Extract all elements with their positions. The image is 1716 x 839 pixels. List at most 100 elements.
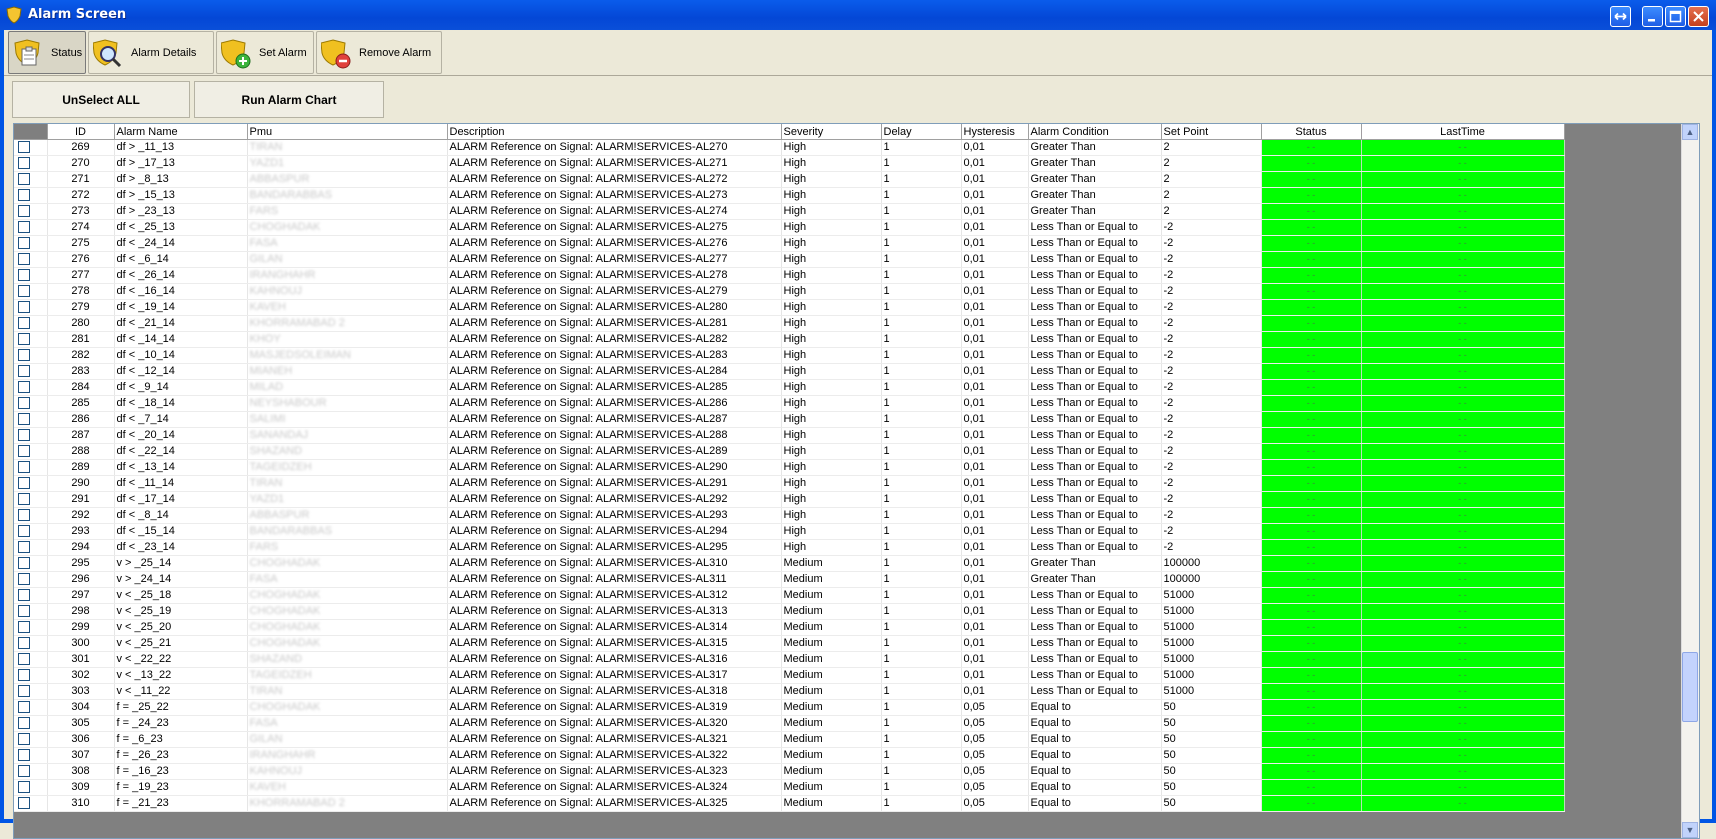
- row-checkbox-cell[interactable]: [14, 459, 48, 476]
- table-row[interactable]: 289 df < _13_14 TAGEIDZEH ALARM Reference o…: [14, 459, 1565, 476]
- table-row[interactable]: 297 v < _25_18 CHOGHADAK ALARM Reference on…: [14, 587, 1565, 604]
- table-row[interactable]: 270 df > _17_13 YAZD1 ALARM Reference on Si…: [14, 155, 1565, 172]
- table-row[interactable]: 271 df > _8_13 ABBASPUR ALARM Reference on …: [14, 171, 1565, 188]
- row-checkbox[interactable]: [18, 317, 30, 330]
- table-row[interactable]: 306 f = _6_23 GILAN ALARM Reference on Sign…: [14, 731, 1565, 748]
- row-checkbox-cell[interactable]: [14, 651, 48, 668]
- row-checkbox[interactable]: [18, 205, 30, 218]
- row-checkbox-cell[interactable]: [14, 315, 48, 332]
- row-checkbox[interactable]: [18, 269, 30, 282]
- table-row[interactable]: 303 v < _11_22 TIRAN ALARM Reference on Sig…: [14, 683, 1565, 700]
- row-checkbox[interactable]: [18, 669, 30, 682]
- table-row[interactable]: 278 df < _16_14 KAHNOUJ ALARM Reference on …: [14, 283, 1565, 300]
- row-checkbox-cell[interactable]: [14, 139, 48, 156]
- table-row[interactable]: 302 v < _13_22 TAGEIDZEH ALARM Reference on…: [14, 667, 1565, 684]
- table-row[interactable]: 269 df > _11_13 TIRAN ALARM Reference on Si…: [14, 139, 1565, 156]
- column-header-id[interactable]: ID: [47, 124, 115, 140]
- row-checkbox-cell[interactable]: [14, 187, 48, 204]
- row-checkbox-cell[interactable]: [14, 427, 48, 444]
- row-checkbox-cell[interactable]: [14, 203, 48, 220]
- row-checkbox-cell[interactable]: [14, 667, 48, 684]
- table-row[interactable]: 281 df < _14_14 KHOY ALARM Reference on Sig…: [14, 331, 1565, 348]
- table-row[interactable]: 296 v > _24_14 FASA ALARM Reference on Sign…: [14, 571, 1565, 588]
- scrollbar-thumb[interactable]: [1682, 652, 1698, 722]
- column-header-description[interactable]: Description: [447, 124, 782, 140]
- table-row[interactable]: 294 df < _23_14 FARS ALARM Reference on Sig…: [14, 539, 1565, 556]
- column-header-alarm-condition[interactable]: Alarm Condition: [1028, 124, 1162, 140]
- close-button[interactable]: [1688, 6, 1709, 27]
- unselect-all-button[interactable]: UnSelect ALL: [12, 81, 190, 118]
- column-header-severity[interactable]: Severity: [781, 124, 882, 140]
- row-checkbox-cell[interactable]: [14, 219, 48, 236]
- column-header-last-time[interactable]: LastTime: [1361, 124, 1565, 140]
- set-alarm-button[interactable]: Set Alarm: [216, 31, 314, 74]
- row-checkbox-cell[interactable]: [14, 299, 48, 316]
- row-checkbox-cell[interactable]: [14, 571, 48, 588]
- table-row[interactable]: 285 df < _18_14 NEYSHABOUR ALARM Reference …: [14, 395, 1565, 412]
- row-checkbox[interactable]: [18, 605, 30, 618]
- row-checkbox[interactable]: [18, 717, 30, 730]
- table-row[interactable]: 308 f = _16_23 KAHNOUJ ALARM Reference on S…: [14, 763, 1565, 780]
- row-checkbox[interactable]: [18, 589, 30, 602]
- row-checkbox-cell[interactable]: [14, 715, 48, 732]
- column-header-alarm-name[interactable]: Alarm Name: [114, 124, 248, 140]
- table-row[interactable]: 309 f = _19_23 KAVEH ALARM Reference on Sig…: [14, 779, 1565, 796]
- table-row[interactable]: 304 f = _25_22 CHOGHADAK ALARM Reference on…: [14, 699, 1565, 716]
- row-checkbox[interactable]: [18, 173, 30, 186]
- row-checkbox[interactable]: [18, 653, 30, 666]
- scroll-down-button[interactable]: ▼: [1682, 822, 1698, 838]
- row-checkbox[interactable]: [18, 397, 30, 410]
- row-checkbox[interactable]: [18, 333, 30, 346]
- row-checkbox[interactable]: [18, 701, 30, 714]
- row-checkbox-cell[interactable]: [14, 395, 48, 412]
- table-row[interactable]: 276 df < _6_14 GILAN ALARM Reference on Sig…: [14, 251, 1565, 268]
- row-checkbox-cell[interactable]: [14, 331, 48, 348]
- table-row[interactable]: 286 df < _7_14 SALIMI ALARM Reference on Si…: [14, 411, 1565, 428]
- resize-arrows-button[interactable]: [1610, 6, 1631, 27]
- row-checkbox-cell[interactable]: [14, 251, 48, 268]
- row-checkbox[interactable]: [18, 637, 30, 650]
- table-row[interactable]: 280 df < _21_14 KHORRAMABAD 2 ALARM Referen…: [14, 315, 1565, 332]
- row-checkbox-cell[interactable]: [14, 587, 48, 604]
- table-row[interactable]: 273 df > _23_13 FARS ALARM Reference on Sig…: [14, 203, 1565, 220]
- table-row[interactable]: 293 df < _15_14 BANDARABBAS ALARM Reference…: [14, 523, 1565, 540]
- row-checkbox[interactable]: [18, 493, 30, 506]
- table-row[interactable]: 272 df > _15_13 BANDARABBAS ALARM Reference…: [14, 187, 1565, 204]
- run-alarm-chart-button[interactable]: Run Alarm Chart: [194, 81, 384, 118]
- row-checkbox-cell[interactable]: [14, 411, 48, 428]
- row-checkbox[interactable]: [18, 381, 30, 394]
- row-checkbox[interactable]: [18, 413, 30, 426]
- row-checkbox-cell[interactable]: [14, 475, 48, 492]
- table-row[interactable]: 291 df < _17_14 YAZD1 ALARM Reference on Si…: [14, 491, 1565, 508]
- row-checkbox[interactable]: [18, 253, 30, 266]
- vertical-scrollbar[interactable]: ▲ ▼: [1681, 124, 1699, 838]
- row-checkbox[interactable]: [18, 541, 30, 554]
- table-row[interactable]: 283 df < _12_14 MIANEH ALARM Reference on S…: [14, 363, 1565, 380]
- row-checkbox[interactable]: [18, 285, 30, 298]
- row-checkbox-cell[interactable]: [14, 731, 48, 748]
- table-row[interactable]: 274 df < _25_13 CHOGHADAK ALARM Reference o…: [14, 219, 1565, 236]
- table-row[interactable]: 288 df < _22_14 SHAZAND ALARM Reference on …: [14, 443, 1565, 460]
- column-header-hysteresis[interactable]: Hysteresis: [961, 124, 1029, 140]
- row-checkbox-cell[interactable]: [14, 523, 48, 540]
- table-row[interactable]: 295 v > _25_14 CHOGHADAK ALARM Reference on…: [14, 555, 1565, 572]
- row-checkbox[interactable]: [18, 525, 30, 538]
- table-row[interactable]: 299 v < _25_20 CHOGHADAK ALARM Reference on…: [14, 619, 1565, 636]
- row-checkbox[interactable]: [18, 349, 30, 362]
- column-header-status[interactable]: Status: [1261, 124, 1362, 140]
- row-checkbox[interactable]: [18, 445, 30, 458]
- row-checkbox-cell[interactable]: [14, 635, 48, 652]
- minimize-button[interactable]: [1642, 6, 1663, 27]
- row-checkbox-cell[interactable]: [14, 443, 48, 460]
- row-checkbox-cell[interactable]: [14, 347, 48, 364]
- row-checkbox[interactable]: [18, 765, 30, 778]
- table-row[interactable]: 307 f = _26_23 IRANGHAHR ALARM Reference on…: [14, 747, 1565, 764]
- column-header-delay[interactable]: Delay: [881, 124, 962, 140]
- remove-alarm-button[interactable]: Remove Alarm: [316, 31, 442, 74]
- scroll-up-button[interactable]: ▲: [1682, 124, 1698, 140]
- row-checkbox[interactable]: [18, 621, 30, 634]
- row-checkbox[interactable]: [18, 557, 30, 570]
- table-row[interactable]: 275 df < _24_14 FASA ALARM Reference on Sig…: [14, 235, 1565, 252]
- row-checkbox[interactable]: [18, 429, 30, 442]
- maximize-button[interactable]: [1665, 6, 1686, 27]
